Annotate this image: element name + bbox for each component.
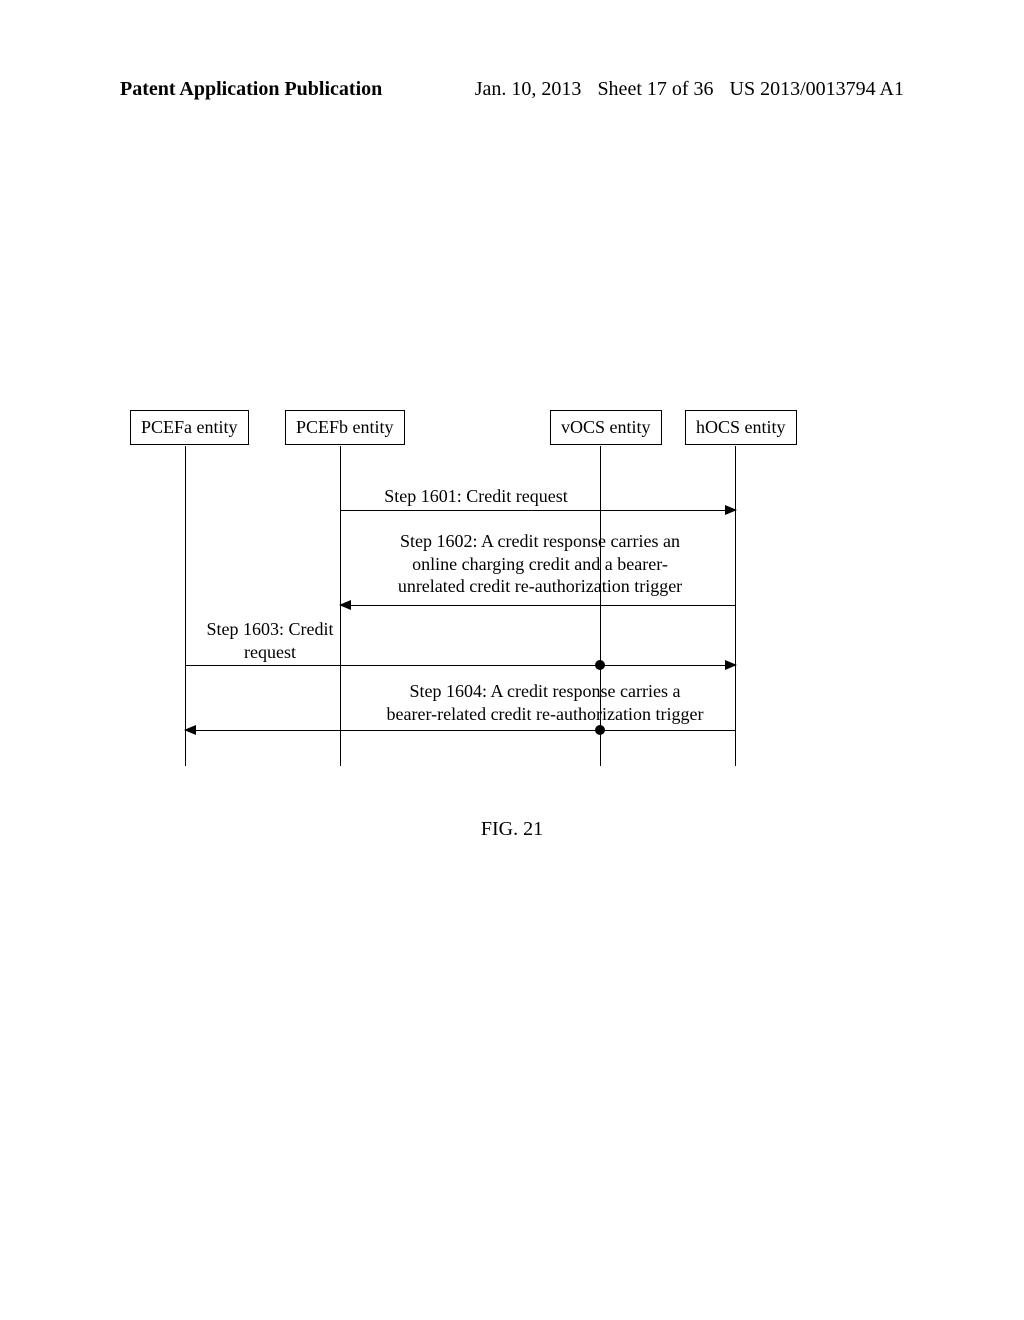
entity-vocs: vOCS entity [550,410,662,445]
header-pubnum: US 2013/0013794 A1 [730,78,904,101]
msg-1604-label: Step 1604: A credit response carries a b… [345,680,745,725]
msg-1601-label: Step 1601: Credit request [366,485,586,508]
header-date: Jan. 10, 2013 [475,78,582,101]
msg-1603-line1: Step 1603: Credit [207,619,334,639]
msg-1603-label: Step 1603: Credit request [200,618,340,663]
msg-1601-arrow [341,510,726,511]
msg-1604-line2: bearer-related credit re-authorization t… [387,704,704,724]
msg-1603-arrowhead [725,660,737,670]
msg-1603-arrow [186,665,726,666]
figure-caption: FIG. 21 [0,818,1024,841]
msg-1602-line3: unrelated credit re-authorization trigge… [398,576,682,596]
msg-1604-arrow [195,730,735,731]
msg-1602-label: Step 1602: A credit response carries an … [370,530,710,598]
header-publication-type: Patent Application Publication [120,78,382,101]
msg-1602-arrow [350,605,735,606]
header-sheet: Sheet 17 of 36 [597,78,713,101]
msg-1602-line2: online charging credit and a bearer- [412,554,668,574]
entity-hocs: hOCS entity [685,410,797,445]
msg-1603-vocs-dot [595,660,605,670]
page-header: Patent Application Publication Jan. 10, … [0,78,1024,101]
entity-pcefb: PCEFb entity [285,410,405,445]
msg-1604-vocs-dot [595,725,605,735]
sequence-diagram: PCEFa entity PCEFb entity vOCS entity hO… [130,410,810,770]
msg-1604-arrowhead [184,725,196,735]
entity-pcefa: PCEFa entity [130,410,249,445]
page: Patent Application Publication Jan. 10, … [0,0,1024,1320]
msg-1604-line1: Step 1604: A credit response carries a [410,681,681,701]
msg-1601-arrowhead [725,505,737,515]
msg-1602-line1: Step 1602: A credit response carries an [400,531,680,551]
lifeline-pcefa [185,446,186,766]
msg-1602-arrowhead [339,600,351,610]
msg-1603-line2: request [244,642,296,662]
